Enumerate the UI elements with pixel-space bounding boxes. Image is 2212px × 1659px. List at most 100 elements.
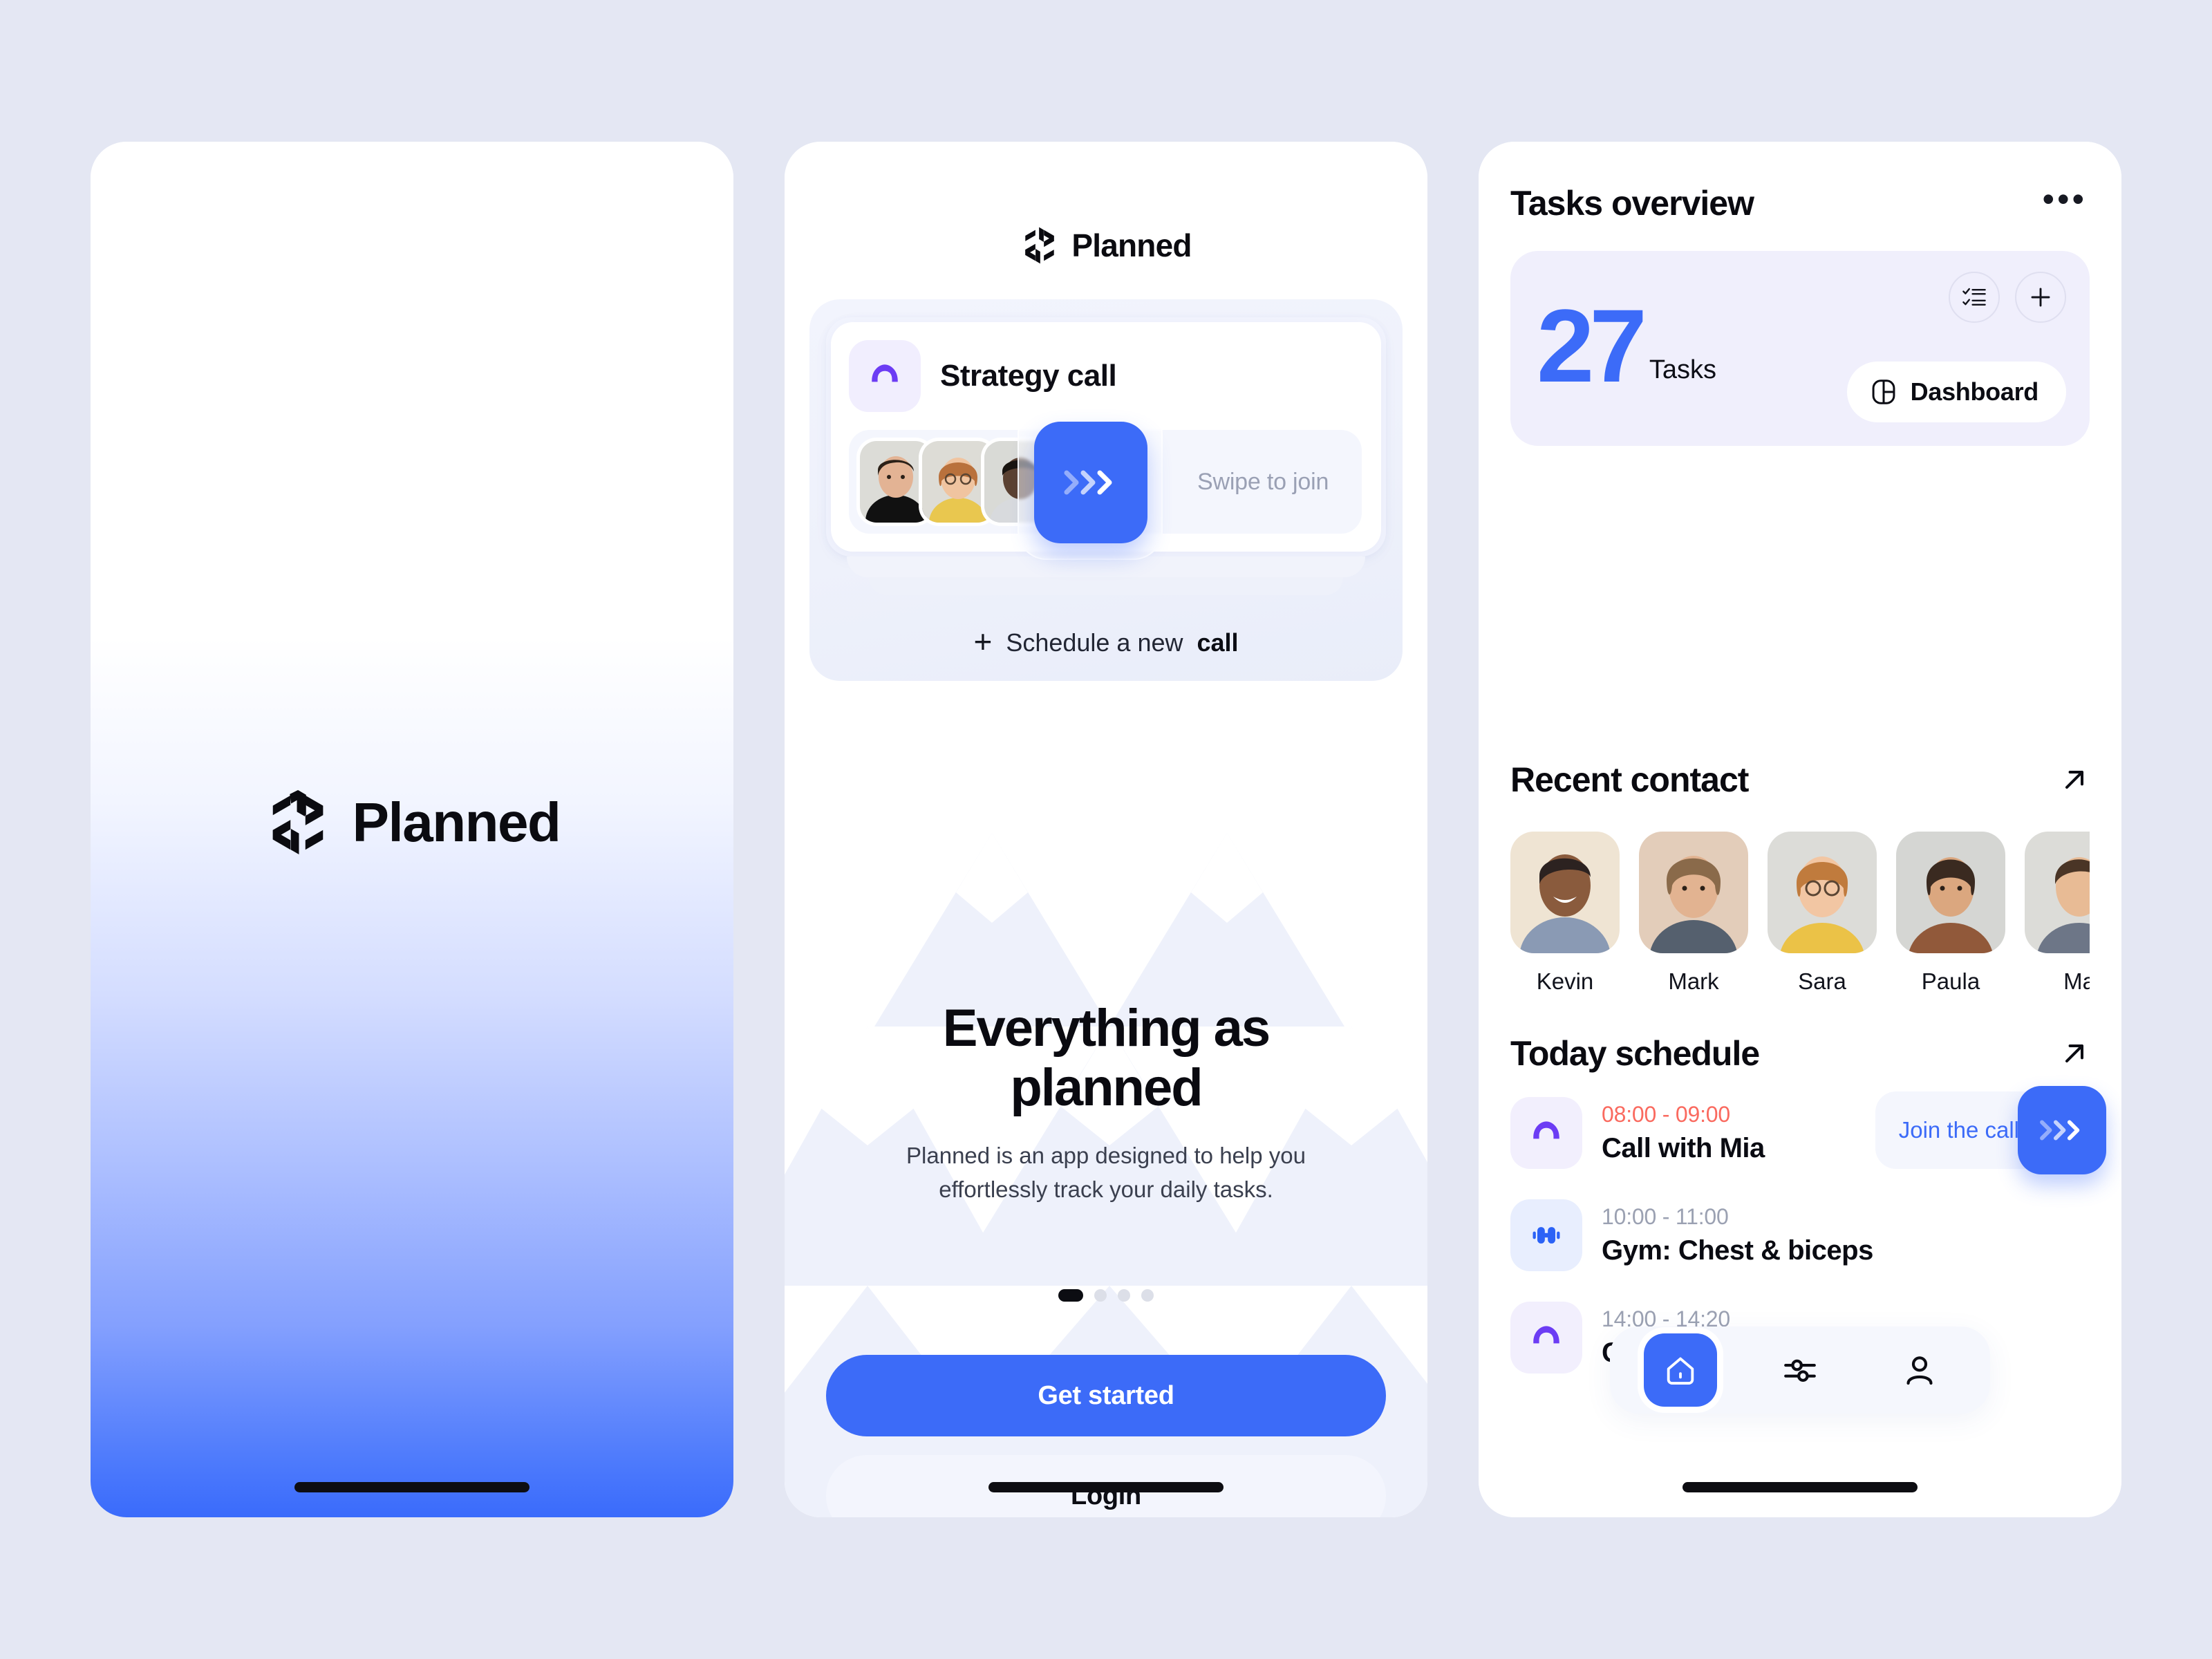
pagination-dot-3[interactable]: [1118, 1289, 1130, 1302]
phone-splash: Planned: [91, 142, 733, 1517]
today-schedule-title: Today schedule: [1510, 1034, 1760, 1073]
dumbbell-glyph: [1533, 1227, 1560, 1244]
splash-screen: Planned: [91, 142, 733, 1517]
brand-name: Planned: [1071, 227, 1192, 263]
participant-avatar: [860, 441, 932, 523]
contact-name: Mark: [1668, 968, 1719, 994]
avatar: [2025, 832, 2090, 953]
join-call-action: Join the call: [1875, 1086, 2106, 1174]
contact-name: Paula: [1921, 968, 1980, 994]
planned-logo-icon: [272, 789, 323, 855]
event-text: 10:00 - 11:00 Gym: Chest & biceps: [1602, 1204, 1873, 1266]
tasks-count-box: 27 Tasks Dashboard: [1510, 251, 2090, 446]
plus-icon: +: [973, 624, 993, 659]
avatar-paula: [1896, 832, 2005, 953]
brand-name: Planned: [352, 791, 561, 853]
phone-onboarding: Planned Strategy call Swipe to join + Sc…: [785, 142, 1427, 1517]
dumbbell-icon: [1510, 1199, 1582, 1271]
phone-call-glyph: [1533, 1326, 1559, 1344]
call-title: Strategy call: [940, 359, 1117, 393]
avatar-kevin: [1510, 832, 1620, 953]
call-widget: Strategy call Swipe to join + Schedule a…: [809, 299, 1403, 681]
swipe-label: Swipe to join: [1197, 468, 1329, 495]
get-started-button[interactable]: Get started: [826, 1355, 1386, 1436]
avatar-mark: [1639, 832, 1748, 953]
contact-name: Sara: [1798, 968, 1846, 994]
tasks-overview-header: Tasks overview •••: [1510, 182, 2090, 223]
recent-contact-title: Recent contact: [1510, 760, 1749, 799]
home-icon: [1667, 1357, 1694, 1385]
planned-logo-icon: [1025, 227, 1055, 264]
contact-item[interactable]: Kevin: [1510, 832, 1620, 995]
hero-block: Everything as planned Planned is an app …: [785, 999, 1427, 1207]
pagination-dot-2[interactable]: [1094, 1289, 1107, 1302]
arrow-up-right-icon[interactable]: [2059, 1038, 2090, 1069]
contact-item[interactable]: Sara: [1768, 832, 1877, 995]
user-icon: [1906, 1356, 1933, 1385]
tab-home[interactable]: [1644, 1333, 1718, 1407]
home-indicator: [988, 1482, 1224, 1492]
event-title: Gym: Chest & biceps: [1602, 1235, 1873, 1266]
dashboard-screen: Tasks overview ••• 27 Tasks Dashboard Re…: [1479, 142, 2121, 1517]
contact-item[interactable]: Mark: [1639, 832, 1748, 995]
call-card-header: Strategy call: [849, 340, 1362, 412]
recent-contact-list[interactable]: Kevin Mark Sara Paula Ma: [1510, 832, 2090, 995]
swipe-knob[interactable]: [1034, 422, 1147, 543]
pagination-dots[interactable]: [785, 1289, 1427, 1302]
pagination-dot-1[interactable]: [1058, 1289, 1083, 1302]
pagination-dot-4[interactable]: [1141, 1289, 1154, 1302]
contact-name: Ma: [2063, 968, 2090, 994]
schedule-new-call-button[interactable]: + Schedule a new call: [826, 624, 1386, 659]
more-horizontal-icon[interactable]: •••: [2039, 182, 2090, 216]
dashboard-button-label: Dashboard: [1910, 377, 2039, 406]
chevrons-right-icon: [2040, 1120, 2080, 1141]
screens-stage: Planned Planned Strategy call Swipe to j…: [0, 0, 2212, 1659]
arrow-up-right-icon[interactable]: [2059, 765, 2090, 795]
plus-glyph: [2031, 288, 2050, 307]
avatar: [1639, 832, 1748, 953]
avatar: [1510, 832, 1620, 953]
recent-contact-header: Recent contact: [1510, 760, 2090, 800]
avatar-participant-1: [860, 441, 932, 523]
phone-call-icon: [1510, 1302, 1582, 1374]
phone-call-glyph: [1533, 1121, 1559, 1139]
contact-item[interactable]: Paula: [1896, 832, 2005, 995]
page-title: Tasks overview: [1510, 184, 1754, 223]
event-text: 08:00 - 09:00 Call with Mia: [1602, 1102, 1765, 1164]
dashboard-button[interactable]: Dashboard: [1846, 362, 2066, 422]
avatar-max: [2025, 832, 2090, 953]
tab-settings[interactable]: [1763, 1333, 1837, 1407]
hero-description: Planned is an app designed to help you e…: [906, 1142, 1306, 1203]
card-stack-layer-3: [869, 577, 1343, 595]
tasks-quick-actions: [1949, 272, 2066, 323]
chevrons-right-icon: [1064, 470, 1112, 495]
checklist-icon[interactable]: [1949, 272, 2000, 323]
plus-icon[interactable]: [2015, 272, 2066, 323]
sliders-icon: [1784, 1359, 1816, 1382]
event-time: 08:00 - 09:00: [1602, 1102, 1730, 1127]
avatar-participant-2: [922, 441, 994, 523]
hero-title: Everything as planned: [942, 999, 1271, 1117]
tasks-count: 27: [1537, 288, 1647, 404]
onboarding-screen: Planned Strategy call Swipe to join + Sc…: [785, 142, 1427, 1517]
phone-call-glyph: [872, 364, 898, 382]
home-indicator: [1683, 1482, 1918, 1492]
join-call-knob[interactable]: [2018, 1086, 2106, 1174]
tasks-overview-card: Tasks overview ••• 27 Tasks Dashboard: [1479, 142, 2121, 476]
participant-avatar: [922, 441, 994, 523]
swipe-to-join-track[interactable]: Swipe to join: [849, 405, 1362, 560]
strategy-call-card[interactable]: Strategy call Swipe to join: [831, 322, 1381, 560]
schedule-event-row[interactable]: 10:00 - 11:00 Gym: Chest & biceps: [1510, 1199, 2090, 1271]
onboarding-brand-lockup: Planned: [785, 226, 1427, 265]
today-schedule-header: Today schedule: [1510, 1033, 2090, 1074]
contact-item[interactable]: Ma: [2025, 832, 2090, 995]
today-schedule-section: Today schedule 08:00 - 09:00 Call with M…: [1510, 1033, 2106, 1374]
bottom-tabbar: [1610, 1327, 1990, 1414]
tab-profile[interactable]: [1883, 1333, 1956, 1407]
avatar: [1768, 832, 1877, 953]
checklist-glyph: [1962, 288, 1986, 306]
contact-name: Kevin: [1536, 968, 1594, 994]
tasks-count-label: Tasks: [1649, 355, 1716, 384]
home-indicator: [294, 1482, 529, 1492]
schedule-event-row[interactable]: 08:00 - 09:00 Call with Mia Join the cal…: [1510, 1086, 2106, 1174]
